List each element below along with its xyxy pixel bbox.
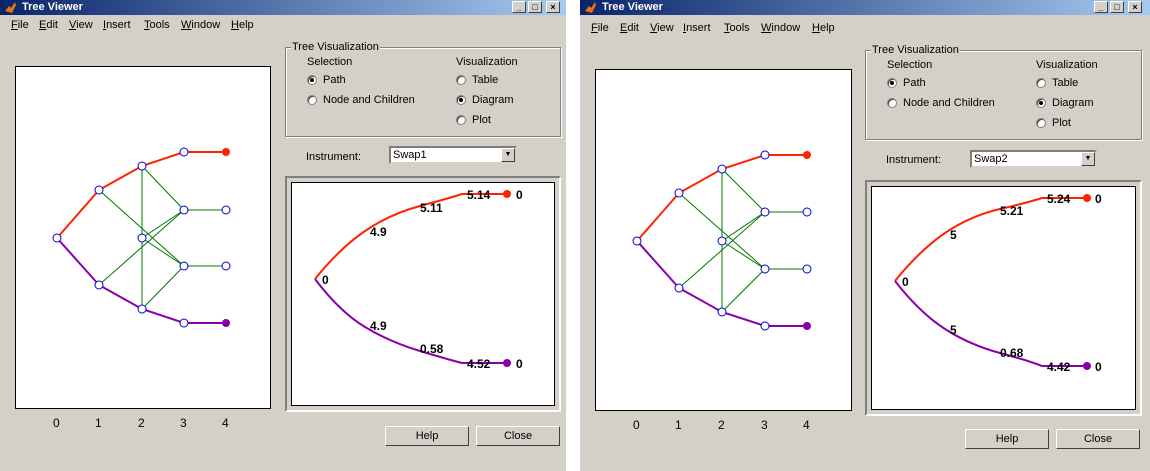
diagram-label: 4.9 [370,319,387,333]
diagram-label: 5.11 [420,201,443,215]
close-button[interactable]: Close [1056,429,1140,449]
diagram-label: 4.9 [370,225,387,239]
diagram-label: 0.68 [1000,346,1024,360]
diagram-label: 0 [516,188,523,202]
diagram-label: 0 [516,357,523,371]
diagram-label: 4.52 [467,357,491,371]
path-diagram: 0 4.9 5.11 5.14 0 4.9 0.58 4.52 0 [314,188,523,371]
diagram-label: 0 [322,273,329,287]
diagram-label: 0.58 [420,342,444,356]
diagram-label: 0 [1095,192,1102,206]
help-button[interactable]: Help [385,426,469,446]
close-button[interactable]: Close [476,426,560,446]
diagram-label: 5.14 [467,188,491,202]
diagram-label: 5.21 [1000,204,1024,218]
diagram-label: 5.24 [1047,192,1071,206]
diagram-label: 4.42 [1047,360,1071,374]
diagram-label: 5 [950,228,957,242]
diagram-label: 5 [950,323,957,337]
diagram-label: 0 [1095,360,1102,374]
help-button[interactable]: Help [965,429,1049,449]
path-diagram: 0 5 5.21 5.24 0 5 0.68 4.42 0 [894,192,1102,374]
diagram-label: 0 [902,275,909,289]
tree-viewer-window-1: Tree Viewer _ □ × File Edit View Insert … [0,0,566,471]
tree-viewer-window-2: Tree Viewer _ □ × File Edit View Insert … [580,0,1150,471]
